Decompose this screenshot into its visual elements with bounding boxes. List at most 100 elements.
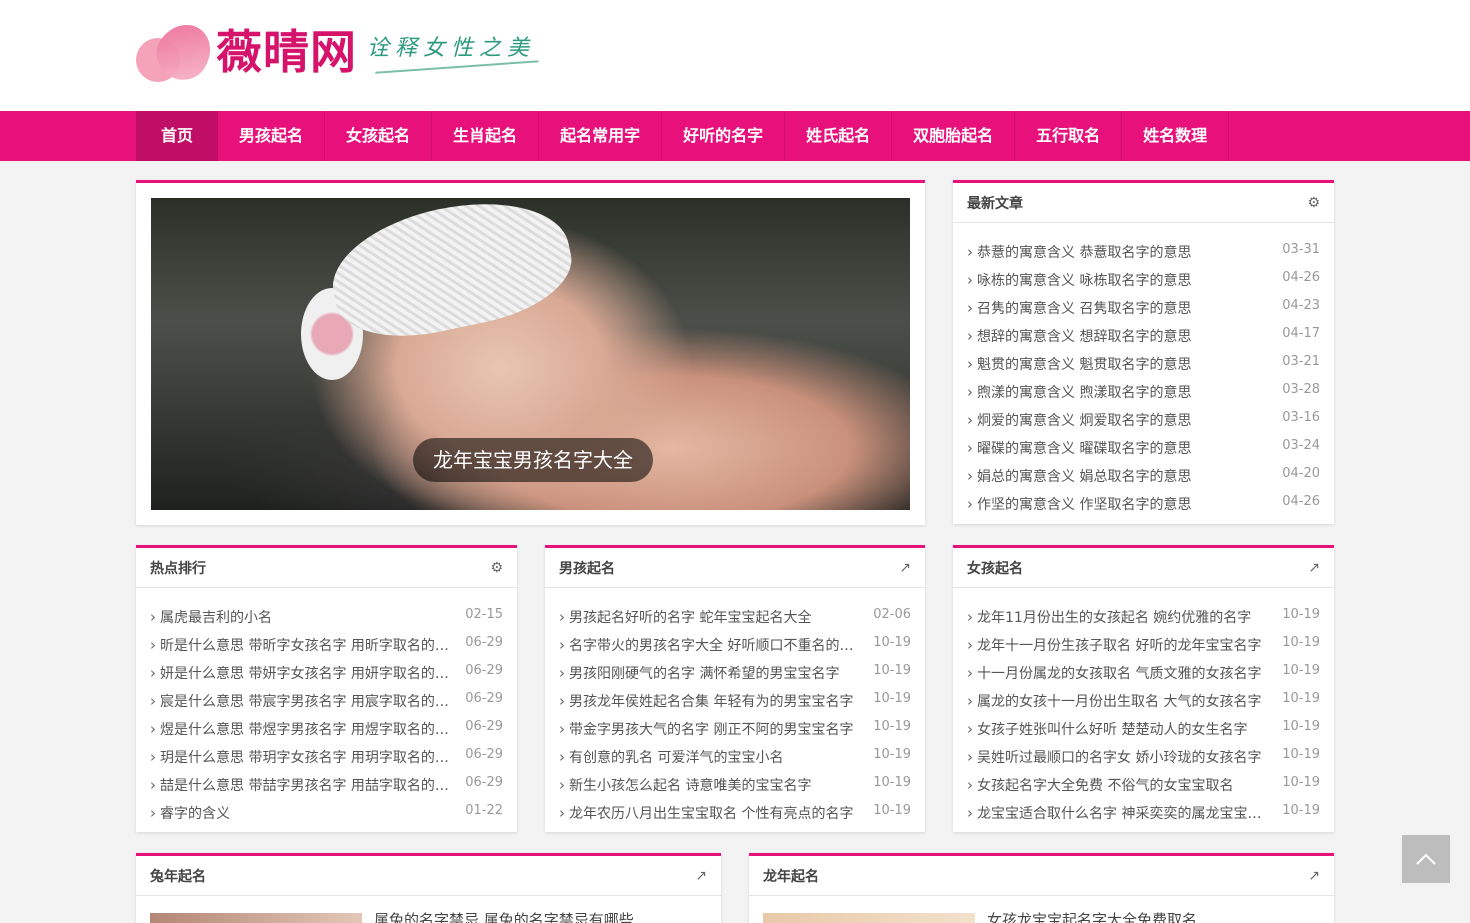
list-item[interactable]: 女孩起名字大全免费 不俗气的女宝宝取名 10-19	[967, 771, 1320, 799]
list-item[interactable]: 龙年十一月份生孩子取名 好听的龙年宝宝名字 10-19	[967, 631, 1320, 659]
external-link-icon[interactable]: ↗	[899, 560, 911, 576]
article-title[interactable]: 娟总的寓意含义 娟总取名字的意思	[967, 462, 1191, 491]
list-item[interactable]: 睿字的含义 01-22	[150, 799, 503, 827]
article-title[interactable]: 男孩起名好听的名字 蛇年宝宝起名大全	[559, 603, 811, 632]
article-title[interactable]: 昕是什么意思 带昕字女孩名字 用昕字取名的寓意	[150, 631, 455, 660]
list-item[interactable]: 龙宝宝适合取什么名字 神采奕奕的属龙宝宝名字 10-19	[967, 799, 1320, 827]
article-title[interactable]: 龙宝宝适合取什么名字 神采奕奕的属龙宝宝名字	[967, 799, 1272, 828]
article-title[interactable]: 宸是什么意思 带宸字男孩名字 用宸字取名的寓意	[150, 687, 455, 716]
article-link[interactable]: 属兔的名字禁忌 属兔的名字禁忌有哪些	[374, 913, 634, 923]
article-date: 04-17	[1282, 326, 1320, 341]
article-title[interactable]: 有创意的乳名 可爱洋气的宝宝小名	[559, 743, 783, 772]
nav-item[interactable]: 男孩起名	[218, 111, 326, 161]
list-item[interactable]: 想辞的寓意含义 想辞取名字的意思 04-17	[967, 322, 1320, 350]
article-title[interactable]: 召隽的寓意含义 召隽取名字的意思	[967, 294, 1191, 323]
article-title[interactable]: 龙年十一月份生孩子取名 好听的龙年宝宝名字	[967, 631, 1261, 660]
article-date: 06-29	[465, 775, 503, 790]
list-item[interactable]: 宸是什么意思 带宸字男孩名字 用宸字取名的寓意 06-29	[150, 687, 503, 715]
list-item[interactable]: 玥是什么意思 带玥字女孩名字 用玥字取名的寓意 06-29	[150, 743, 503, 771]
nav-item[interactable]: 双胞胎起名	[892, 111, 1016, 161]
article-thumbnail[interactable]	[763, 913, 975, 923]
panel-title: 男孩起名	[559, 560, 615, 577]
list-item[interactable]: 娟总的寓意含义 娟总取名字的意思 04-20	[967, 462, 1320, 490]
list-item[interactable]: 吴姓听过最顺口的名字女 娇小玲珑的女孩名字 10-19	[967, 743, 1320, 771]
article-title[interactable]: 喆是什么意思 带喆字男孩名字 用喆字取名的寓意	[150, 771, 455, 800]
article-title[interactable]: 男孩阳刚硬气的名字 满怀希望的男宝宝名字	[559, 659, 839, 688]
nav-item[interactable]: 五行取名	[1015, 111, 1123, 161]
gear-icon[interactable]: ⚙	[1307, 195, 1320, 211]
list-item[interactable]: 作坚的寓意含义 作坚取名字的意思 04-26	[967, 490, 1320, 518]
article-title[interactable]: 名字带火的男孩名字大全 好听顺口不重名的名字	[559, 631, 863, 660]
hero-image[interactable]: 龙年宝宝男孩名字大全	[151, 198, 910, 510]
list-item[interactable]: 召隽的寓意含义 召隽取名字的意思 04-23	[967, 294, 1320, 322]
article-title[interactable]: 吴姓听过最顺口的名字女 娇小玲珑的女孩名字	[967, 743, 1261, 772]
list-item[interactable]: 女孩子姓张叫什么好听 楚楚动人的女生名字 10-19	[967, 715, 1320, 743]
external-link-icon[interactable]: ↗	[695, 868, 707, 884]
article-title[interactable]: 恭薏的寓意含义 恭薏取名字的意思	[967, 238, 1191, 267]
hero-caption[interactable]: 龙年宝宝男孩名字大全	[413, 438, 653, 482]
list-item[interactable]: 男孩阳刚硬气的名字 满怀希望的男宝宝名字 10-19	[559, 659, 911, 687]
nav-item[interactable]: 女孩起名	[325, 111, 433, 161]
article-title[interactable]: 女孩起名字大全免费 不俗气的女宝宝取名	[967, 771, 1233, 800]
list-item[interactable]: 昕是什么意思 带昕字女孩名字 用昕字取名的寓意 06-29	[150, 631, 503, 659]
list-item[interactable]: 龙年农历八月出生宝宝取名 个性有亮点的名字 10-19	[559, 799, 911, 827]
article-thumbnail[interactable]	[150, 913, 362, 923]
list-item[interactable]: 男孩龙年侯姓起名合集 年轻有为的男宝宝名字 10-19	[559, 687, 911, 715]
article-title[interactable]: 想辞的寓意含义 想辞取名字的意思	[967, 322, 1191, 351]
list-item[interactable]: 煜是什么意思 带煜字男孩名字 用煜字取名的寓意 06-29	[150, 715, 503, 743]
article-date: 10-19	[873, 747, 911, 762]
nav-item[interactable]: 姓氏起名	[785, 111, 893, 161]
article-title[interactable]: 十一月份属龙的女孩取名 气质文雅的女孩名字	[967, 659, 1261, 688]
article-title[interactable]: 炯爱的寓意含义 炯爱取名字的意思	[967, 406, 1191, 435]
site-logo[interactable]: 薇晴网 诠释女性之美	[134, 14, 535, 90]
back-to-top-button[interactable]	[1402, 835, 1450, 883]
article-link[interactable]: 女孩龙宝宝起名字大全免费取名	[987, 913, 1197, 923]
article-title[interactable]: 男孩龙年侯姓起名合集 年轻有为的男宝宝名字	[559, 687, 853, 716]
external-link-icon[interactable]: ↗	[1308, 560, 1320, 576]
external-link-icon[interactable]: ↗	[1308, 868, 1320, 884]
article-title[interactable]: 睿字的含义	[150, 799, 230, 828]
article-title[interactable]: 作坚的寓意含义 作坚取名字的意思	[967, 490, 1191, 519]
article-title[interactable]: 妍是什么意思 带妍字女孩名字 用妍字取名的寓意	[150, 659, 455, 688]
article-title[interactable]: 带金字男孩大气的名字 刚正不阿的男宝宝名字	[559, 715, 853, 744]
list-item[interactable]: 有创意的乳名 可爱洋气的宝宝小名 10-19	[559, 743, 911, 771]
list-item[interactable]: 属虎最吉利的小名 02-15	[150, 603, 503, 631]
list-item[interactable]: 新生小孩怎么起名 诗意唯美的宝宝名字 10-19	[559, 771, 911, 799]
list-item[interactable]: 咏栋的寓意含义 咏栋取名字的意思 04-26	[967, 266, 1320, 294]
article-title[interactable]: 煜是什么意思 带煜字男孩名字 用煜字取名的寓意	[150, 715, 455, 744]
article-title[interactable]: 龙年农历八月出生宝宝取名 个性有亮点的名字	[559, 799, 853, 828]
list-item[interactable]: 恭薏的寓意含义 恭薏取名字的意思 03-31	[967, 238, 1320, 266]
nav-item[interactable]: 生肖起名	[432, 111, 540, 161]
list-item[interactable]: 曜碟的寓意含义 曜碟取名字的意思 03-24	[967, 434, 1320, 462]
article-date: 10-19	[873, 775, 911, 790]
article-date: 04-26	[1282, 270, 1320, 285]
article-title[interactable]: 玥是什么意思 带玥字女孩名字 用玥字取名的寓意	[150, 743, 455, 772]
list-item[interactable]: 龙年11月份出生的女孩起名 婉约优雅的名字 10-19	[967, 603, 1320, 631]
article-title[interactable]: 咏栋的寓意含义 咏栋取名字的意思	[967, 266, 1191, 295]
article-date: 04-20	[1282, 466, 1320, 481]
article-title[interactable]: 龙年11月份出生的女孩起名 婉约优雅的名字	[967, 603, 1251, 632]
article-title[interactable]: 新生小孩怎么起名 诗意唯美的宝宝名字	[559, 771, 811, 800]
list-item[interactable]: 炯爱的寓意含义 炯爱取名字的意思 03-16	[967, 406, 1320, 434]
article-title[interactable]: 煦漾的寓意含义 煦漾取名字的意思	[967, 378, 1191, 407]
list-item[interactable]: 魁贯的寓意含义 魁贯取名字的意思 03-21	[967, 350, 1320, 378]
list-item[interactable]: 名字带火的男孩名字大全 好听顺口不重名的名字 10-19	[559, 631, 911, 659]
article-title[interactable]: 魁贯的寓意含义 魁贯取名字的意思	[967, 350, 1191, 379]
nav-item[interactable]: 好听的名字	[662, 111, 786, 161]
article-title[interactable]: 曜碟的寓意含义 曜碟取名字的意思	[967, 434, 1191, 463]
nav-item[interactable]: 首页	[136, 111, 219, 161]
list-item[interactable]: 妍是什么意思 带妍字女孩名字 用妍字取名的寓意 06-29	[150, 659, 503, 687]
list-item[interactable]: 男孩起名好听的名字 蛇年宝宝起名大全 02-06	[559, 603, 911, 631]
list-item[interactable]: 喆是什么意思 带喆字男孩名字 用喆字取名的寓意 06-29	[150, 771, 503, 799]
article-title[interactable]: 属龙的女孩十一月份出生取名 大气的女孩名字	[967, 687, 1261, 716]
article-title[interactable]: 女孩子姓张叫什么好听 楚楚动人的女生名字	[967, 715, 1247, 744]
article-date: 03-31	[1282, 242, 1320, 257]
list-item[interactable]: 带金字男孩大气的名字 刚正不阿的男宝宝名字 10-19	[559, 715, 911, 743]
gear-icon[interactable]: ⚙	[490, 560, 503, 576]
nav-item[interactable]: 起名常用字	[539, 111, 663, 161]
nav-item[interactable]: 姓名数理	[1122, 111, 1230, 161]
list-item[interactable]: 煦漾的寓意含义 煦漾取名字的意思 03-28	[967, 378, 1320, 406]
list-item[interactable]: 十一月份属龙的女孩取名 气质文雅的女孩名字 10-19	[967, 659, 1320, 687]
article-title[interactable]: 属虎最吉利的小名	[150, 603, 272, 632]
list-item[interactable]: 属龙的女孩十一月份出生取名 大气的女孩名字 10-19	[967, 687, 1320, 715]
